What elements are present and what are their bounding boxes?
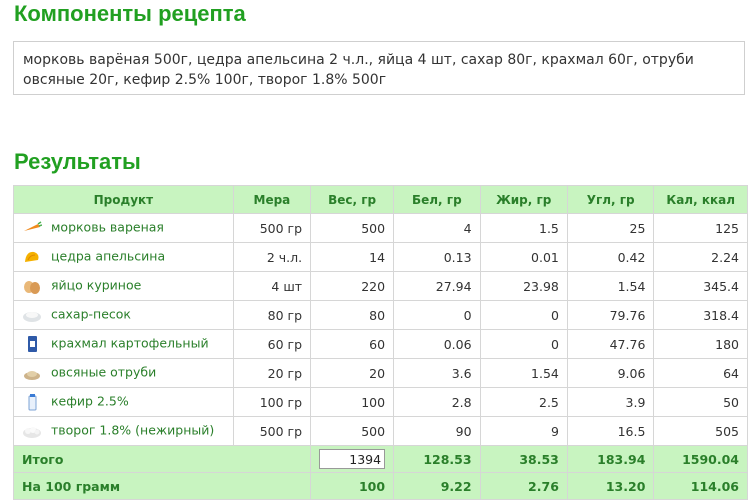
weight-cell: 60 <box>310 329 395 359</box>
sugar-icon <box>22 306 42 324</box>
product-link[interactable]: овсяные отруби <box>51 365 156 380</box>
carbs-cell: 9.06 <box>566 358 655 388</box>
fat-cell: 1.54 <box>479 358 568 388</box>
table-row: крахмал картофельный 60 гр 60 0.06 0 47.… <box>13 329 748 359</box>
table-row: яйцо куриное 4 шт 220 27.94 23.98 1.54 3… <box>13 271 748 301</box>
cottage-cheese-icon <box>22 422 42 440</box>
carbs-cell: 47.76 <box>566 329 655 359</box>
product-link[interactable]: цедра апельсина <box>51 249 165 264</box>
product-link[interactable]: яйцо куриное <box>51 278 141 293</box>
total-protein: 128.53 <box>393 445 481 473</box>
oat-bran-icon <box>22 364 42 382</box>
product-link[interactable]: морковь вареная <box>51 220 164 235</box>
protein-cell: 0 <box>393 300 481 330</box>
carbs-cell: 1.54 <box>566 271 655 301</box>
kcal-cell: 125 <box>653 213 748 243</box>
eggs-icon <box>22 277 42 295</box>
per100-kcal: 114.06 <box>653 472 748 500</box>
fat-cell: 9 <box>479 416 568 446</box>
col-header-weight: Вес, гр <box>310 185 395 214</box>
total-kcal: 1590.04 <box>653 445 748 473</box>
starch-icon <box>22 335 42 353</box>
carbs-cell: 3.9 <box>566 387 655 417</box>
carrot-icon <box>22 219 43 237</box>
total-fat: 38.53 <box>479 445 568 473</box>
results-table: Продукт Мера Вес, гр Бел, гр Жир, гр Угл… <box>12 185 748 500</box>
kcal-cell: 50 <box>653 387 748 417</box>
kcal-cell: 64 <box>653 358 748 388</box>
protein-cell: 27.94 <box>393 271 481 301</box>
table-row: морковь вареная 500 гр 500 4 1.5 25 125 <box>13 213 748 243</box>
protein-cell: 3.6 <box>393 358 481 388</box>
table-row: овсяные отруби 20 гр 20 3.6 1.54 9.06 64 <box>13 358 748 388</box>
components-heading: Компоненты рецепта <box>14 1 246 26</box>
product-link[interactable]: крахмал картофельный <box>51 336 209 351</box>
measure-cell: 60 гр <box>232 329 312 359</box>
carbs-cell: 79.76 <box>566 300 655 330</box>
weight-cell: 20 <box>310 358 395 388</box>
weight-cell: 220 <box>310 271 395 301</box>
weight-cell: 100 <box>310 387 395 417</box>
per100-carbs: 13.20 <box>566 472 655 500</box>
col-header-fat: Жир, гр <box>479 185 568 214</box>
weight-cell: 500 <box>310 416 395 446</box>
measure-cell: 500 гр <box>232 213 312 243</box>
kefir-icon <box>22 393 42 411</box>
per100-row: На 100 грамм 100 9.22 2.76 13.20 114.06 <box>12 472 748 500</box>
fat-cell: 1.5 <box>479 213 568 243</box>
protein-cell: 90 <box>393 416 481 446</box>
kcal-cell: 505 <box>653 416 748 446</box>
table-row: цедра апельсина 2 ч.л. 14 0.13 0.01 0.42… <box>13 242 748 272</box>
weight-cell: 14 <box>310 242 395 272</box>
kcal-cell: 2.24 <box>653 242 748 272</box>
weight-cell: 500 <box>310 213 395 243</box>
col-header-measure: Мера <box>232 185 312 214</box>
per100-fat: 2.76 <box>479 472 568 500</box>
fat-cell: 0 <box>479 329 568 359</box>
kcal-cell: 180 <box>653 329 748 359</box>
kcal-cell: 318.4 <box>653 300 748 330</box>
col-header-product: Продукт <box>13 185 234 214</box>
total-label: Итого <box>12 445 312 473</box>
product-link[interactable]: творог 1.8% (нежирный) <box>51 423 214 438</box>
results-heading: Результаты <box>14 149 141 174</box>
protein-cell: 2.8 <box>393 387 481 417</box>
fat-cell: 0.01 <box>479 242 568 272</box>
measure-cell: 500 гр <box>232 416 312 446</box>
per100-weight: 100 <box>310 472 395 500</box>
product-link[interactable]: сахар-песок <box>51 307 131 322</box>
protein-cell: 4 <box>393 213 481 243</box>
carbs-cell: 25 <box>566 213 655 243</box>
total-carbs: 183.94 <box>566 445 655 473</box>
per100-protein: 9.22 <box>393 472 481 500</box>
table-row: кефир 2.5% 100 гр 100 2.8 2.5 3.9 50 <box>13 387 748 417</box>
per100-label: На 100 грамм <box>12 472 312 500</box>
col-header-protein: Бел, гр <box>393 185 481 214</box>
col-header-kcal: Кал, ккал <box>653 185 748 214</box>
table-row: творог 1.8% (нежирный) 500 гр 500 90 9 1… <box>13 416 748 446</box>
protein-cell: 0.13 <box>393 242 481 272</box>
carbs-cell: 16.5 <box>566 416 655 446</box>
weight-cell: 80 <box>310 300 395 330</box>
table-row: сахар-песок 80 гр 80 0 0 79.76 318.4 <box>13 300 748 330</box>
fat-cell: 23.98 <box>479 271 568 301</box>
table-header-row: Продукт Мера Вес, гр Бел, гр Жир, гр Угл… <box>13 185 748 214</box>
fat-cell: 2.5 <box>479 387 568 417</box>
total-weight-input[interactable] <box>319 449 386 469</box>
kcal-cell: 345.4 <box>653 271 748 301</box>
measure-cell: 2 ч.л. <box>232 242 312 272</box>
product-link[interactable]: кефир 2.5% <box>51 394 129 409</box>
measure-cell: 20 гр <box>232 358 312 388</box>
measure-cell: 4 шт <box>232 271 312 301</box>
total-row: Итого 128.53 38.53 183.94 1590.04 <box>12 445 748 473</box>
orange-zest-icon <box>22 248 42 266</box>
carbs-cell: 0.42 <box>566 242 655 272</box>
fat-cell: 0 <box>479 300 568 330</box>
col-header-carbs: Угл, гр <box>566 185 655 214</box>
measure-cell: 100 гр <box>232 387 312 417</box>
protein-cell: 0.06 <box>393 329 481 359</box>
measure-cell: 80 гр <box>232 300 312 330</box>
recipe-text-box[interactable]: морковь варёная 500г, цедра апельсина 2 … <box>13 41 745 95</box>
